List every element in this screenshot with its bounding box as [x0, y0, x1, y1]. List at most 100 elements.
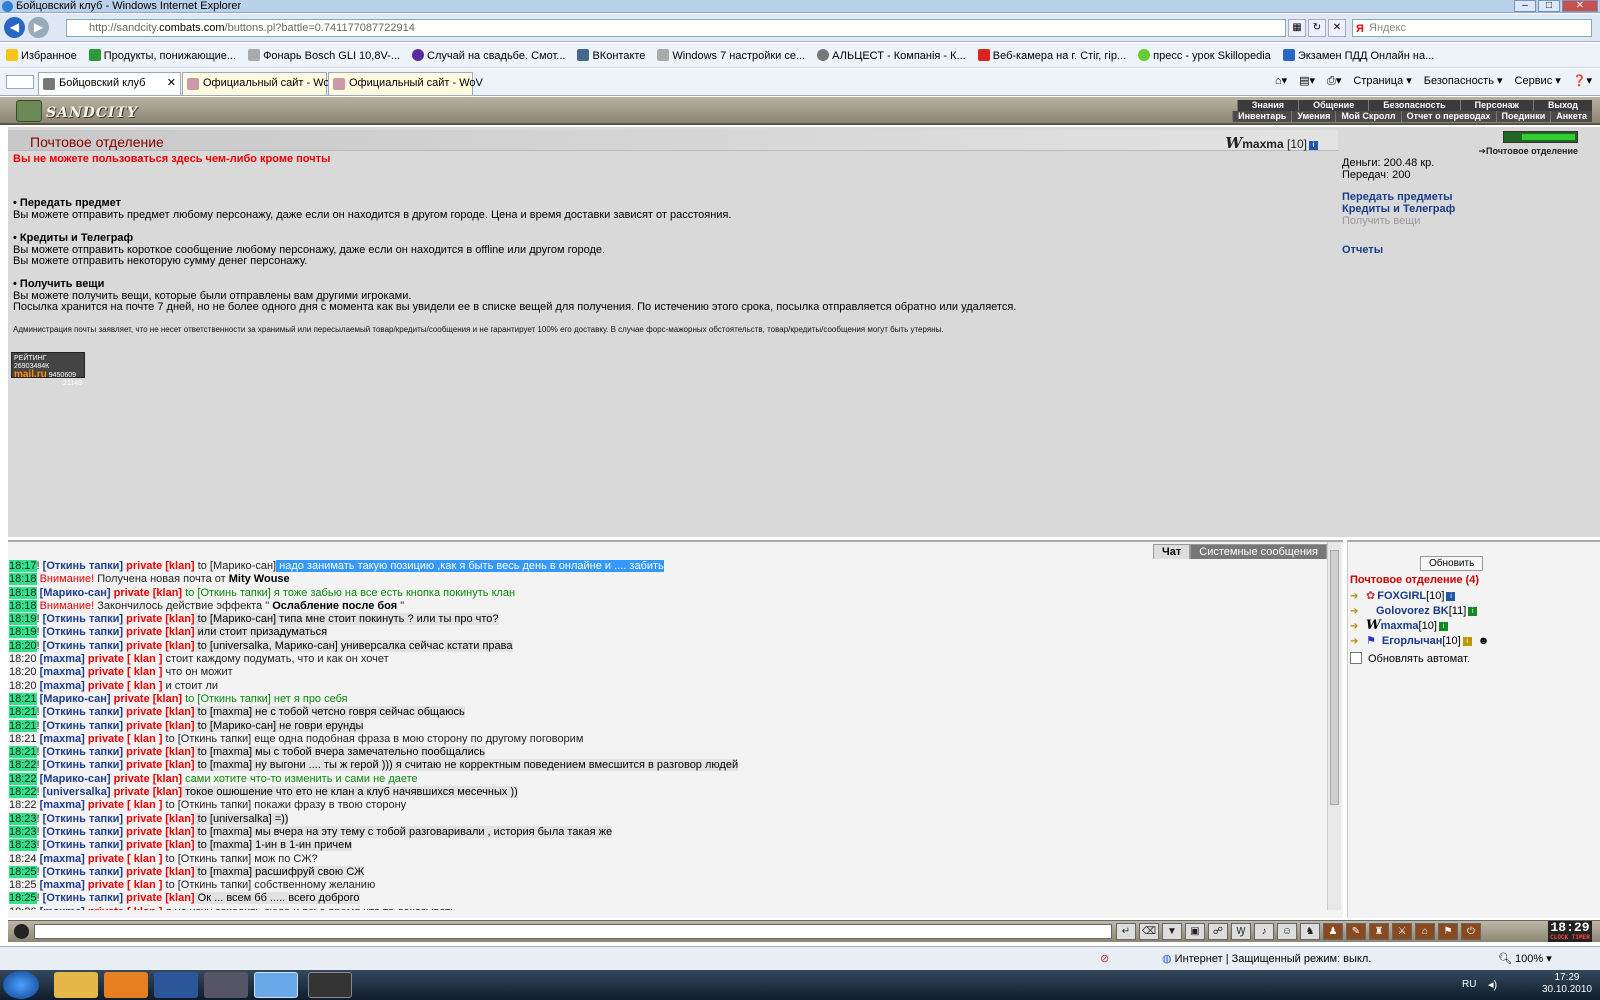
- message-time[interactable]: 18:25: [9, 879, 37, 891]
- compat-view-icon[interactable]: ▦: [1288, 19, 1306, 37]
- link-receive-items[interactable]: Получить вещи: [1342, 215, 1455, 227]
- message-author[interactable]: [Откинь тапки]: [40, 759, 123, 771]
- info-icon[interactable]: i: [1446, 592, 1456, 601]
- fav-item[interactable]: пресс - урок Skillopedia: [1138, 48, 1271, 62]
- fav-item[interactable]: Веб-камера на г. Стіг, гір...: [977, 48, 1126, 62]
- message-time[interactable]: 18:17: [9, 560, 37, 572]
- stop-icon[interactable]: ✕: [1328, 19, 1346, 37]
- message-author[interactable]: [maxma]: [37, 680, 85, 692]
- tools-menu[interactable]: Сервис ▾: [1515, 74, 1561, 88]
- message-channel[interactable]: private [ klan ]: [85, 666, 163, 678]
- private-arrow-icon[interactable]: ➔: [1350, 605, 1366, 619]
- message-channel[interactable]: private [klan]: [123, 759, 194, 771]
- volume-icon[interactable]: ◂): [1488, 978, 1497, 991]
- current-location[interactable]: ➔Почтовое отделение: [1478, 146, 1578, 157]
- message-author[interactable]: [Марико-сан]: [37, 773, 111, 785]
- quick-tabs-icon[interactable]: [6, 75, 34, 89]
- menu-communication[interactable]: Общение: [1298, 100, 1368, 111]
- message-time[interactable]: 18:26: [9, 906, 37, 910]
- info-icon[interactable]: i: [1309, 141, 1318, 150]
- app-taskbar-icon[interactable]: [204, 972, 248, 998]
- player-info[interactable]: Wmaxma [10] i: [1225, 134, 1318, 152]
- message-author[interactable]: [Марико-сан]: [37, 693, 111, 705]
- tab-wov-1[interactable]: Официальный сайт - WoV: [182, 72, 337, 95]
- message-channel[interactable]: private [klan]: [123, 813, 194, 825]
- message-time[interactable]: 18:20: [9, 666, 37, 678]
- zoom-level[interactable]: 🔍︎ 100% ▾: [1498, 952, 1552, 965]
- message-author[interactable]: [Откинь тапки]: [40, 826, 123, 838]
- address-input[interactable]: http://sandcity.combats.com/buttons.pl?b…: [66, 19, 1286, 37]
- menu-fights[interactable]: Поединки: [1495, 111, 1551, 122]
- message-author[interactable]: [Откинь тапки]: [40, 706, 123, 718]
- flag-icon[interactable]: ⚑: [1438, 923, 1458, 940]
- private-arrow-icon[interactable]: ➔: [1350, 620, 1366, 634]
- chat-log[interactable]: 18:17! [Откинь тапки] private [klan] to …: [8, 560, 1328, 910]
- message-channel[interactable]: private [klan]: [123, 746, 194, 758]
- message-channel[interactable]: private [ klan ]: [85, 799, 163, 811]
- message-author[interactable]: [universalka]: [40, 786, 111, 798]
- scroll-icon[interactable]: ✎: [1346, 923, 1366, 940]
- online-user[interactable]: ➔ Golovorez BK[11] i: [1350, 604, 1478, 619]
- tab-chat[interactable]: Чат: [1153, 544, 1191, 559]
- message-author[interactable]: [maxma]: [37, 653, 85, 665]
- exit-icon[interactable]: ⏻: [1461, 923, 1481, 940]
- message-time[interactable]: 18:22: [9, 786, 37, 799]
- link-reports[interactable]: Отчеты: [1342, 244, 1455, 256]
- message-author[interactable]: [Откинь тапки]: [40, 866, 123, 878]
- message-author[interactable]: [maxma]: [37, 733, 85, 745]
- search-input[interactable]: Я Яндекс: [1352, 19, 1592, 37]
- inventory-icon[interactable]: ♟: [1323, 923, 1343, 940]
- message-channel[interactable]: private [klan]: [111, 786, 182, 798]
- fav-item[interactable]: Windows 7 настройки се...: [657, 48, 805, 62]
- message-channel[interactable]: private [ klan ]: [85, 653, 163, 665]
- private-arrow-icon[interactable]: ➔: [1350, 635, 1366, 649]
- message-time[interactable]: 18:18: [9, 586, 37, 599]
- message-time[interactable]: 18:19: [9, 626, 37, 639]
- safety-menu[interactable]: Безопасность ▾: [1424, 74, 1503, 88]
- home-icon[interactable]: ⌂▾: [1275, 74, 1287, 88]
- message-time[interactable]: 18:21: [9, 719, 37, 732]
- refresh-icon[interactable]: ↻: [1308, 19, 1326, 37]
- message-channel[interactable]: private [klan]: [123, 626, 194, 638]
- message-time[interactable]: 18:21: [9, 746, 37, 759]
- message-channel[interactable]: private [ klan ]: [85, 879, 163, 891]
- menu-skills[interactable]: Умения: [1291, 111, 1335, 122]
- back-icon[interactable]: ◀: [4, 17, 25, 38]
- forward-icon[interactable]: ▶: [28, 17, 49, 38]
- tab-system-messages[interactable]: Системные сообщения: [1190, 544, 1327, 559]
- favorites-button[interactable]: Избранное: [6, 48, 77, 62]
- menu-character[interactable]: Персонаж: [1459, 100, 1533, 111]
- message-channel[interactable]: private [klan]: [111, 773, 182, 785]
- fav-item[interactable]: Продукты, понижающие...: [88, 48, 236, 62]
- message-time[interactable]: 18:20: [9, 639, 37, 652]
- link-credits-telegraph[interactable]: Кредиты и Телеграф: [1342, 203, 1455, 215]
- fav-item[interactable]: Фонарь Bosch GLI 10,8V-...: [248, 48, 400, 62]
- language-indicator[interactable]: RU: [1462, 979, 1476, 990]
- skull-icon[interactable]: [14, 924, 29, 939]
- minimize-button[interactable]: –: [1514, 0, 1536, 12]
- music-icon[interactable]: ♪: [1254, 923, 1274, 940]
- checkbox[interactable]: [1350, 652, 1362, 664]
- translit-icon[interactable]: Ꝡ: [1231, 923, 1251, 940]
- message-time[interactable]: 18:18: [9, 599, 37, 612]
- info-icon[interactable]: i: [1438, 622, 1448, 631]
- message-author[interactable]: [maxma]: [37, 853, 85, 865]
- message-author[interactable]: [maxma]: [37, 879, 85, 891]
- menu-inventory[interactable]: Инвентарь: [1232, 111, 1291, 122]
- blocked-icon[interactable]: ⊘: [1100, 952, 1109, 965]
- fav-item[interactable]: Случай на свадьбе. Смот...: [412, 48, 565, 62]
- message-time[interactable]: 18:22: [9, 799, 37, 811]
- message-time[interactable]: 18:20: [9, 680, 37, 692]
- message-channel[interactable]: private [klan]: [123, 866, 194, 878]
- message-channel[interactable]: private [klan]: [111, 693, 182, 705]
- chat-input[interactable]: [34, 924, 1112, 939]
- message-author[interactable]: [Откинь тапки]: [40, 626, 123, 638]
- message-channel[interactable]: private [klan]: [123, 706, 194, 718]
- message-channel[interactable]: private [klan]: [123, 826, 194, 838]
- message-author[interactable]: [Откинь тапки]: [40, 613, 123, 625]
- message-channel[interactable]: private [klan]: [123, 839, 194, 851]
- page-menu[interactable]: Страница ▾: [1353, 74, 1411, 88]
- online-user[interactable]: ➔ Wmaxma[10] i: [1350, 619, 1448, 633]
- message-author[interactable]: [maxma]: [37, 906, 85, 910]
- fav-item[interactable]: ВКонтакте: [577, 48, 645, 62]
